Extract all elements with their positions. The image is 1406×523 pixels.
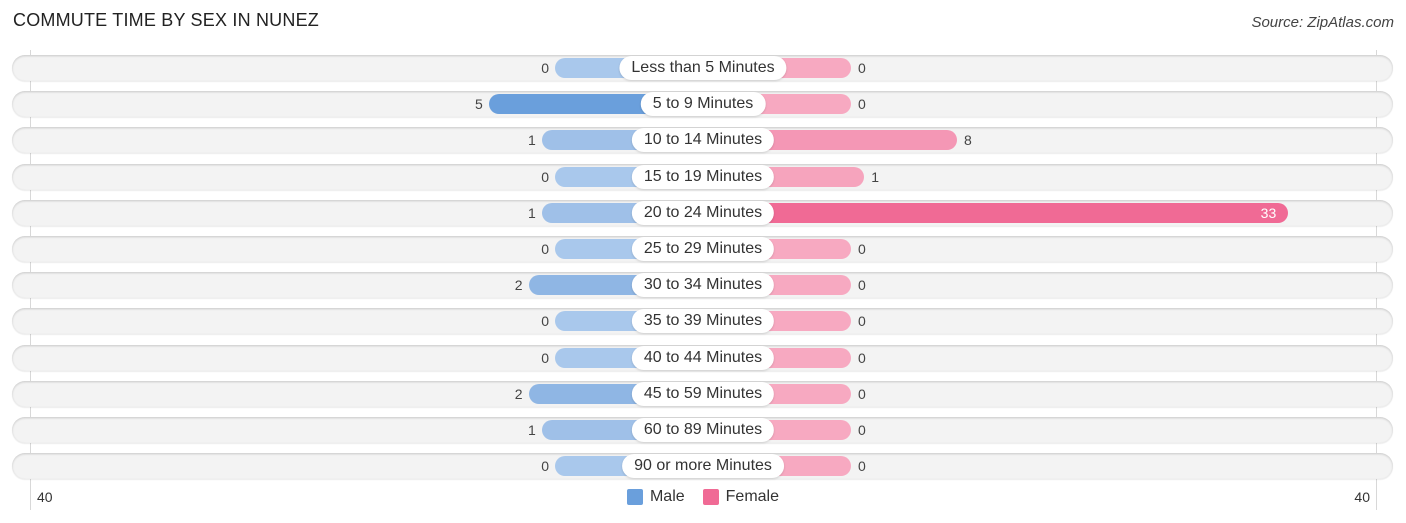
legend-item-male: Male [626, 488, 685, 506]
legend: Male Female [0, 488, 1406, 506]
male-value-label: 0 [541, 349, 549, 366]
female-value-label: 1 [871, 168, 880, 185]
female-value-label: 0 [858, 241, 866, 257]
legend-label-female: Female [725, 488, 780, 505]
female-value-label: 0 [858, 96, 866, 113]
category-label: 30 to 34 Minutes [631, 273, 775, 298]
male-value-label: 1 [527, 132, 536, 149]
category-label: 20 to 24 Minutes [631, 200, 775, 225]
category-label: 60 to 89 Minutes [631, 418, 775, 442]
category-label: 25 to 29 Minutes [631, 237, 775, 261]
category-label: 45 to 59 Minutes [631, 381, 775, 406]
female-value-label: 8 [964, 132, 972, 149]
male-swatch-icon [626, 489, 643, 505]
male-value-label: 2 [514, 277, 523, 294]
male-value-label: 0 [541, 313, 549, 330]
male-value-label: 2 [514, 385, 523, 402]
male-value-label: 0 [541, 168, 549, 185]
female-bar [703, 202, 1289, 223]
female-value-label: 0 [858, 349, 866, 366]
female-value-label: 0 [858, 458, 866, 475]
male-value-label: 1 [527, 422, 536, 438]
source-label: Source: ZipAtlas.com [1251, 14, 1394, 31]
male-value-label: 0 [541, 458, 549, 475]
female-value-label: 0 [858, 313, 866, 330]
female-value-label: 0 [858, 385, 866, 402]
category-label: 5 to 9 Minutes [640, 92, 766, 117]
category-label: 15 to 19 Minutes [631, 164, 775, 189]
legend-label-male: Male [649, 488, 685, 505]
category-label: Less than 5 Minutes [619, 56, 787, 80]
chart-title: COMMUTE TIME BY SEX IN NUNEZ [13, 10, 319, 30]
male-value-label: 0 [541, 241, 549, 257]
category-label: 90 or more Minutes [622, 454, 784, 479]
female-value-label: 0 [858, 422, 866, 438]
female-value-label: 33 [1260, 204, 1277, 221]
female-value-label: 0 [858, 60, 866, 76]
male-value-label: 5 [474, 96, 483, 113]
male-value-label: 0 [541, 60, 549, 76]
category-label: 10 to 14 Minutes [631, 128, 775, 153]
female-swatch-icon [702, 489, 719, 505]
male-value-label: 1 [527, 204, 536, 221]
category-label: 35 to 39 Minutes [631, 309, 775, 334]
female-value-label: 0 [858, 277, 866, 294]
category-label: 40 to 44 Minutes [631, 345, 775, 370]
legend-item-female: Female [702, 488, 780, 506]
